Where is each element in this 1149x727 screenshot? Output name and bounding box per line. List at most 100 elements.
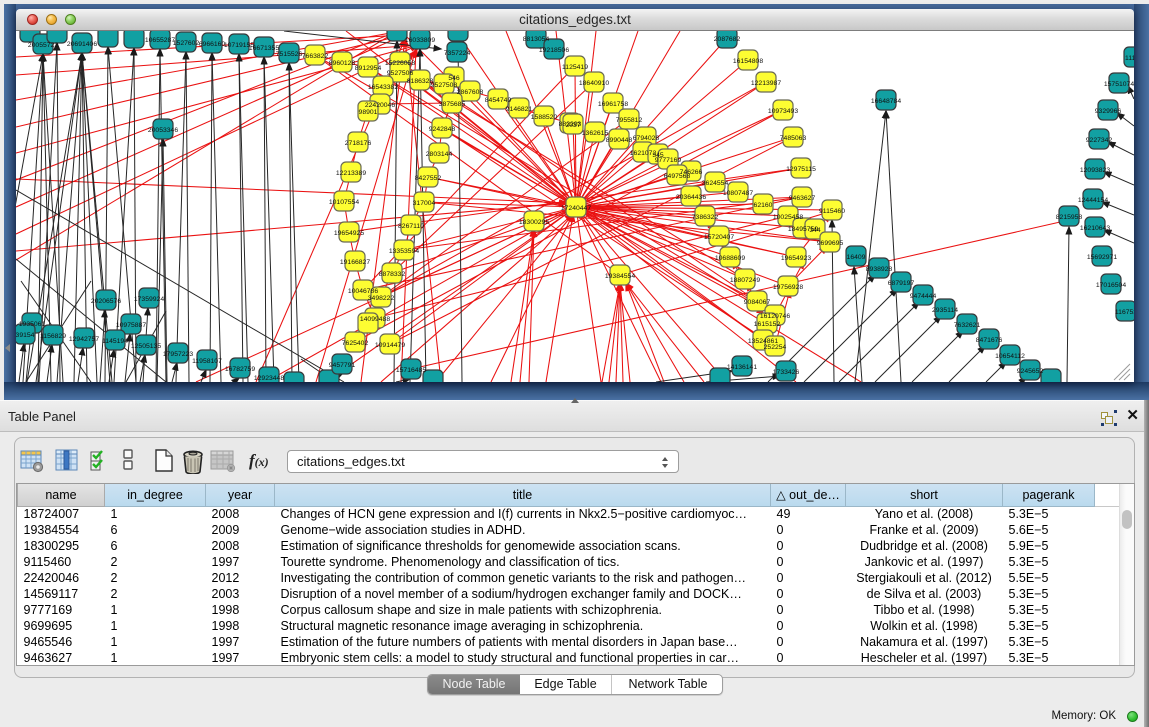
svg-text:39154: 39154: [16, 332, 35, 339]
svg-text:8938928: 8938928: [866, 266, 893, 273]
svg-text:15226058: 15226058: [385, 60, 415, 67]
svg-text:20053346: 20053346: [148, 127, 178, 134]
svg-text:8878332: 8878332: [379, 271, 406, 278]
svg-text:12975115: 12975115: [786, 166, 816, 173]
svg-text:12923448: 12923448: [254, 375, 284, 382]
svg-text:3498222: 3498222: [368, 295, 395, 302]
svg-text:6497568: 6497568: [664, 173, 691, 180]
svg-text:9463627: 9463627: [789, 195, 816, 202]
svg-text:9527508: 9527508: [431, 82, 458, 89]
svg-text:19218506: 19218506: [539, 47, 569, 54]
svg-text:11123: 11123: [1125, 55, 1134, 62]
svg-text:8990448: 8990448: [606, 137, 633, 144]
svg-text:9699695: 9699695: [817, 240, 844, 247]
svg-text:17016504: 17016504: [1096, 282, 1126, 289]
svg-text:19654923: 19654923: [781, 255, 811, 262]
svg-text:9527506: 9527506: [387, 70, 414, 77]
svg-text:7632621: 7632621: [954, 322, 981, 329]
svg-text:19654925: 19654925: [334, 230, 364, 237]
svg-text:2037: 2037: [565, 122, 580, 129]
svg-text:10655287: 10655287: [145, 37, 175, 44]
svg-text:10046786: 10046786: [348, 288, 378, 295]
svg-text:17240447: 17240447: [561, 205, 591, 212]
svg-text:116753: 116753: [1115, 309, 1134, 316]
svg-text:10973493: 10973493: [768, 108, 798, 115]
svg-text:8471676: 8471676: [976, 337, 1003, 344]
svg-text:20691406: 20691406: [67, 41, 97, 48]
svg-text:15720407: 15720407: [704, 234, 734, 241]
svg-text:12505135: 12505135: [131, 343, 161, 350]
svg-text:12942757: 12942757: [69, 336, 99, 343]
svg-text:252254: 252254: [764, 344, 787, 351]
svg-text:8960128: 8960128: [329, 60, 356, 67]
svg-text:9084067: 9084067: [744, 299, 771, 306]
svg-text:15692971: 15692971: [1087, 254, 1117, 261]
svg-text:8267110: 8267110: [398, 223, 424, 230]
svg-text:10807487: 10807487: [723, 190, 753, 197]
svg-text:1588520: 1588520: [531, 114, 558, 121]
svg-text:2935114: 2935114: [932, 307, 958, 314]
svg-text:9115460: 9115460: [819, 208, 845, 215]
svg-text:1145194: 1145194: [102, 338, 128, 345]
svg-text:2087682: 2087682: [714, 36, 741, 43]
svg-text:317004: 317004: [413, 200, 436, 207]
svg-text:62160: 62160: [754, 202, 773, 209]
svg-text:98901: 98901: [359, 109, 378, 116]
svg-text:16154808: 16154808: [733, 58, 763, 65]
svg-text:7625402: 7625402: [342, 340, 369, 347]
svg-text:9457791: 9457791: [329, 362, 356, 369]
svg-text:18300295: 18300295: [519, 219, 549, 226]
svg-text:8813054: 8813054: [523, 36, 550, 43]
svg-text:13353594: 13353594: [389, 248, 419, 255]
svg-text:16648784: 16648784: [871, 98, 901, 105]
svg-text:16543382: 16543382: [368, 84, 398, 91]
svg-text:7386322: 7386322: [692, 214, 719, 221]
svg-text:9245652: 9245652: [1017, 368, 1044, 375]
svg-text:14136141: 14136141: [727, 364, 757, 371]
svg-text:7357224: 7357224: [444, 50, 471, 57]
svg-text:3875685: 3875685: [439, 101, 466, 108]
svg-text:20206576: 20206576: [91, 298, 121, 305]
svg-text:15751074: 15751074: [1104, 81, 1134, 88]
svg-text:12213987: 12213987: [751, 80, 781, 87]
svg-text:344: 344: [809, 227, 821, 234]
svg-text:19166827: 19166827: [340, 259, 370, 266]
svg-text:11958107: 11958107: [192, 358, 222, 365]
svg-text:19756928: 19756928: [773, 284, 803, 291]
svg-text:9242848: 9242848: [429, 126, 456, 133]
svg-text:2803144: 2803144: [426, 151, 453, 158]
svg-text:1733426: 1733426: [773, 369, 800, 376]
svg-text:9329966: 9329966: [1095, 108, 1122, 115]
svg-text:10914479: 10914479: [375, 342, 405, 349]
svg-text:1156829: 1156829: [40, 333, 66, 340]
svg-text:7663822: 7663822: [302, 53, 329, 60]
svg-text:17957223: 17957223: [163, 351, 193, 358]
svg-text:8427552: 8427552: [415, 175, 442, 182]
svg-text:18640910: 18640910: [579, 80, 609, 87]
svg-text:12213389: 12213389: [336, 170, 366, 177]
svg-text:16671355: 16671355: [249, 45, 279, 52]
svg-text:2718176: 2718176: [345, 140, 372, 147]
svg-text:12093823: 12093823: [1080, 167, 1110, 174]
svg-text:7485063: 7485063: [780, 135, 807, 142]
svg-text:10107554: 10107554: [329, 199, 359, 206]
svg-text:8912954: 8912954: [355, 65, 382, 72]
svg-text:10975887: 10975887: [116, 322, 146, 329]
svg-text:20055723: 20055723: [28, 42, 58, 49]
svg-text:8215958: 8215958: [1056, 214, 1083, 221]
svg-text:20364436: 20364436: [676, 194, 706, 201]
svg-text:22420046: 22420046: [365, 102, 395, 109]
svg-text:9474444: 9474444: [910, 293, 937, 300]
svg-text:1125419: 1125419: [562, 64, 588, 71]
svg-text:9146821: 9146821: [506, 106, 533, 113]
svg-text:8454749: 8454749: [485, 97, 512, 104]
svg-text:546: 546: [448, 75, 460, 82]
svg-text:19384554: 19384554: [605, 273, 635, 280]
svg-text:10688609: 10688609: [715, 255, 745, 262]
svg-text:12444154: 12444154: [1078, 197, 1108, 204]
svg-text:1935061: 1935061: [19, 321, 46, 328]
svg-text:16120746: 16120746: [760, 313, 790, 320]
svg-text:16033809: 16033809: [405, 37, 435, 44]
svg-text:14099488: 14099488: [360, 316, 390, 323]
svg-text:9777169: 9777169: [655, 157, 682, 164]
